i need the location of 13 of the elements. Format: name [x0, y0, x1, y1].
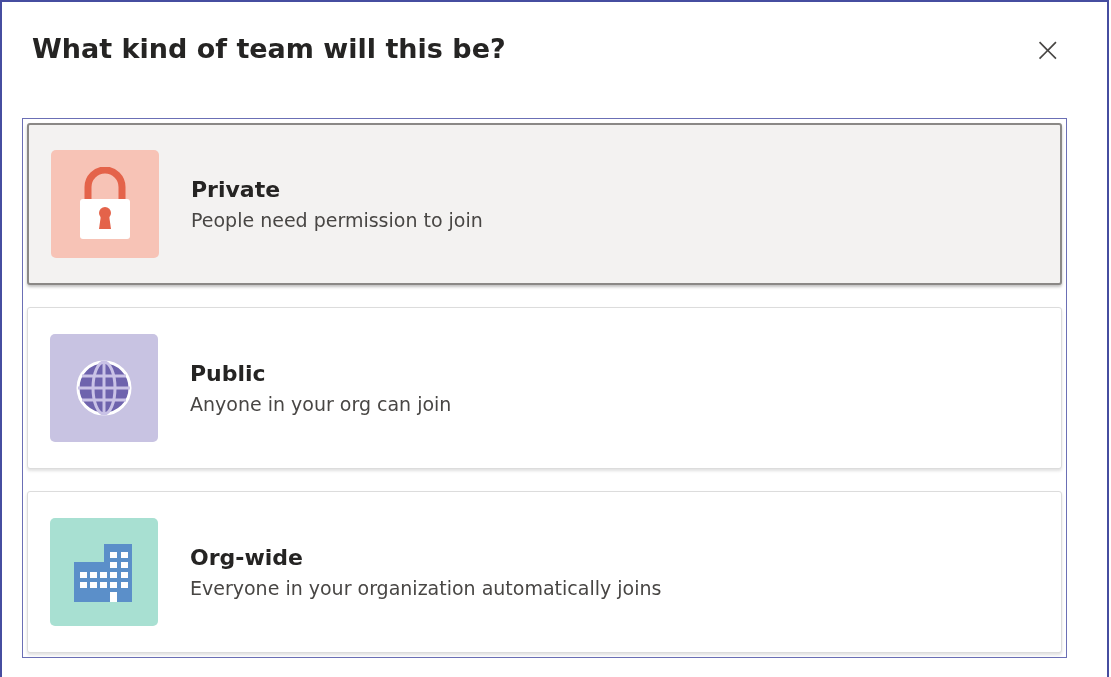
option-description: People need permission to join	[191, 208, 483, 233]
option-description: Anyone in your org can join	[190, 392, 452, 417]
option-title: Private	[191, 176, 282, 204]
option-title: Org-wide	[190, 544, 304, 572]
option-description: Everyone in your organization automatically joins	[190, 576, 662, 601]
team-type-option[interactable]: Public Anyone in your org can join	[27, 307, 1062, 469]
dialog-title: What kind of team will this be?	[32, 31, 506, 66]
team-type-option[interactable]: Org-wide Everyone in your organization automatically joins	[27, 491, 1062, 653]
globe-icon	[75, 359, 133, 417]
option-title: Public	[190, 360, 267, 388]
team-type-option[interactable]: Private People need permission to join	[27, 123, 1062, 285]
close-button[interactable]: ×	[1033, 32, 1062, 66]
padlock-icon	[80, 167, 130, 241]
